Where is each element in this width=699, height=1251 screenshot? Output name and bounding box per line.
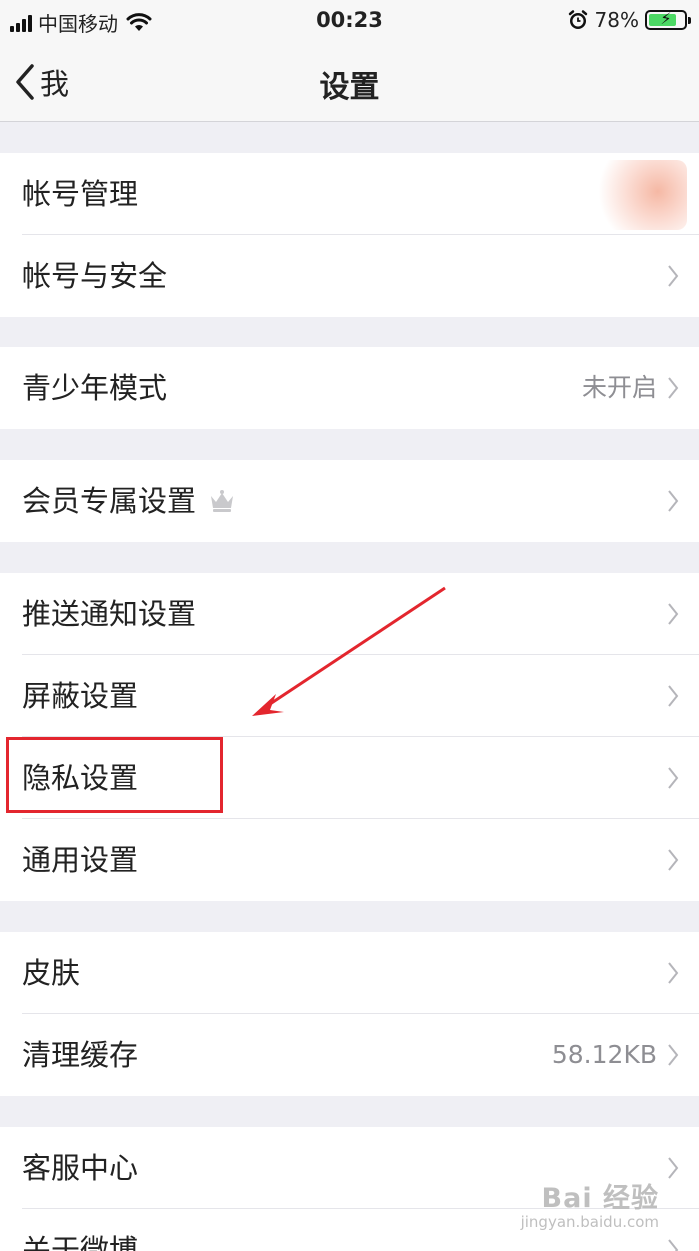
watermark-url: jingyan.baidu.com — [520, 1213, 659, 1231]
watermark-logo: Bai 经验 — [541, 1183, 659, 1214]
watermark: Bai 经验 jingyan.baidu.com — [521, 1176, 659, 1231]
pointer-arrow — [252, 586, 446, 716]
